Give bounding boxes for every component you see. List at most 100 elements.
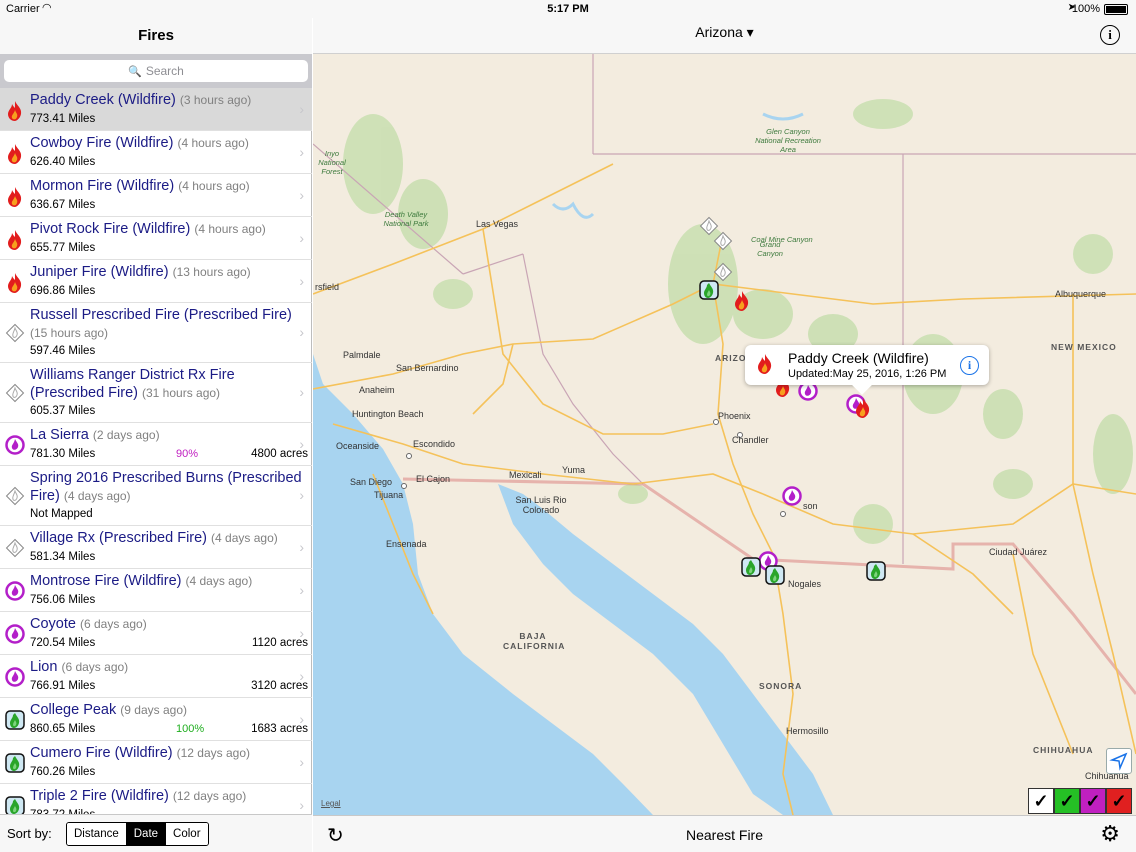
chevron-right-icon: › [299,436,304,452]
fire-title: Mormon Fire (Wildfire) [30,178,175,194]
fire-title: La Sierra [30,427,89,443]
legal-link[interactable]: Legal [321,799,341,808]
map-label-nogales: Nogales [788,579,822,589]
fire-title: Cowboy Fire (Wildfire) [30,135,174,151]
fire-time-ago: (4 days ago) [185,574,253,588]
filter-checkbox[interactable]: ✓ [1080,788,1106,814]
fire-distance: 756.06 Miles [30,594,96,606]
sort-date-button[interactable]: Date [126,823,167,845]
map-label-huntington: Huntington Beach [352,409,424,419]
fire-name: Juniper Fire (Wildfire) (13 hours ago) [30,263,312,281]
fire-list-item[interactable]: Juniper Fire (Wildfire) (13 hours ago) 69… [0,260,312,303]
search-placeholder: Search [145,64,184,78]
fire-list-item[interactable]: Paddy Creek (Wildfire) (3 hours ago) 773.… [0,88,312,131]
callout-title: Paddy Creek (Wildfire) [788,350,929,366]
prescribed-icon [5,538,25,558]
fire-title: Paddy Creek (Wildfire) [30,92,176,108]
fire-list-item[interactable]: Triple 2 Fire (Wildfire) (12 days ago)78… [0,784,312,814]
prescribed-marker[interactable] [713,231,737,255]
fire-list[interactable]: Paddy Creek (Wildfire) (3 hours ago) 773.… [0,88,312,814]
map-label-bakersfield: rsfield [315,282,340,292]
fire-callout[interactable]: Paddy Creek (Wildfire) Updated:May 25, 2… [745,345,989,395]
fire-name: Paddy Creek (Wildfire) (3 hours ago) [30,91,312,109]
search-input[interactable]: 🔍 Search [4,60,308,82]
chevron-right-icon: › [299,668,304,684]
prescribed-marker[interactable] [713,262,737,286]
fire-name: Lion (6 days ago) [30,658,312,676]
fire-name: Village Rx (Prescribed Fire) (4 days ago… [30,529,312,547]
fire-list-item[interactable]: La Sierra (2 days ago) 781.30 Miles 90% 480… [0,423,312,466]
sort-segmented-control[interactable]: Distance Date Color [66,822,209,846]
chevron-right-icon: › [299,487,304,503]
fire-list-item[interactable]: Williams Ranger District Rx Fire (Prescr… [0,363,312,423]
wildfire-icon [5,100,25,121]
map-view[interactable]: Las Vegas Albuquerque NEW MEXICO ARIZONA… [313,54,1136,815]
map-label-escondido: Escondido [413,439,456,449]
fire-list-item[interactable]: Cumero Fire (Wildfire) (12 days ago) 760.… [0,741,312,784]
fire-list-item[interactable]: Mormon Fire (Wildfire) (4 hours ago) 636.… [0,174,312,217]
callout-info-icon[interactable]: i [960,356,979,375]
fire-list-item[interactable]: Spring 2016 Prescribed Burns (Prescribed… [0,466,312,526]
map-label-oceanside: Oceanside [336,441,380,451]
fire-name: Triple 2 Fire (Wildfire) (12 days ago) [30,787,312,805]
sort-distance-button[interactable]: Distance [67,823,127,845]
contained-icon [5,581,25,601]
map-label-glen-canyon: Glen Canyon National Recreation Area [755,127,821,154]
map-label-sonora: SONORA [759,681,803,691]
nearest-fire-button[interactable]: Nearest Fire [313,827,1136,843]
filter-checkbox[interactable]: ✓ [1054,788,1080,814]
region-selector[interactable]: Arizona ▾ [313,24,1136,41]
fire-distance: 605.37 Miles [30,405,96,417]
fire-list-item[interactable]: Montrose Fire (Wildfire) (4 days ago) 756… [0,569,312,612]
fire-name: Pivot Rock Fire (Wildfire) (4 hours ago) [30,220,312,238]
fire-name: La Sierra (2 days ago) [30,426,312,444]
filter-toggles[interactable]: ✓ ✓ ✓ ✓ [1028,788,1132,814]
map-label-chihuahua-state: CHIHUAHUA [1033,745,1094,755]
fire-distance: 760.26 Miles [30,766,96,778]
info-icon[interactable]: i [1100,25,1120,45]
fire-name: Coyote (6 days ago) [30,615,312,633]
locate-icon[interactable] [1106,748,1132,774]
fire-distance: 597.46 Miles [30,345,96,357]
fire-marker-wildfire[interactable] [732,290,756,314]
fire-marker-wildfire[interactable] [853,397,877,421]
fire-name: College Peak (9 days ago) [30,701,312,719]
chevron-right-icon: › [299,582,304,598]
fire-marker-contained[interactable] [782,486,806,510]
fire-time-ago: (6 days ago) [79,617,147,631]
fire-marker-out[interactable] [741,557,765,581]
map-label-anaheim: Anaheim [359,385,395,395]
filter-checkbox[interactable]: ✓ [1028,788,1054,814]
search-bar: 🔍 Search [0,54,312,88]
chevron-right-icon: › [299,711,304,727]
fire-marker-out[interactable] [866,561,890,585]
fire-time-ago: (4 hours ago) [194,222,266,236]
sort-color-button[interactable]: Color [166,823,208,845]
map-label-las-vegas: Las Vegas [476,219,519,229]
fire-list-item[interactable]: Pivot Rock Fire (Wildfire) (4 hours ago)… [0,217,312,260]
sort-bar: Sort by: Distance Date Color [0,814,312,852]
prescribed-icon [5,383,25,403]
chevron-right-icon: › [299,187,304,203]
fire-list-item[interactable]: Cowboy Fire (Wildfire) (4 hours ago) 626.… [0,131,312,174]
fire-title: Lion [30,659,58,675]
list-nav-bar: Fires [0,18,312,54]
gear-icon[interactable]: ⚙ [1100,821,1120,847]
fire-title: Coyote [30,616,76,632]
map-label-new-mexico: NEW MEXICO [1051,342,1117,352]
map-label-baja: BAJA CALIFORNIA [503,631,566,651]
map-label-albuquerque: Albuquerque [1055,289,1107,299]
fire-distance: 696.86 Miles [30,285,96,297]
containment-percent: 90% [176,448,199,460]
fire-list-item[interactable]: Coyote (6 days ago) 720.54 Miles 1120 acre… [0,612,312,655]
fire-list-item[interactable]: Village Rx (Prescribed Fire) (4 days ago… [0,526,312,569]
fire-title: Montrose Fire (Wildfire) [30,573,182,589]
fire-distance: 860.65 Miles [30,723,96,735]
fire-marker-out[interactable] [765,565,789,589]
fire-list-item[interactable]: Russell Prescribed Fire (Prescribed Fire… [0,303,312,363]
clock: 5:17 PM [547,3,589,15]
fire-list-item[interactable]: College Peak (9 days ago) 860.65 Miles 100… [0,698,312,741]
fire-time-ago: (9 days ago) [120,703,187,717]
filter-checkbox[interactable]: ✓ [1106,788,1132,814]
fire-list-item[interactable]: Lion (6 days ago) 766.91 Miles 3120 acres › [0,655,312,698]
